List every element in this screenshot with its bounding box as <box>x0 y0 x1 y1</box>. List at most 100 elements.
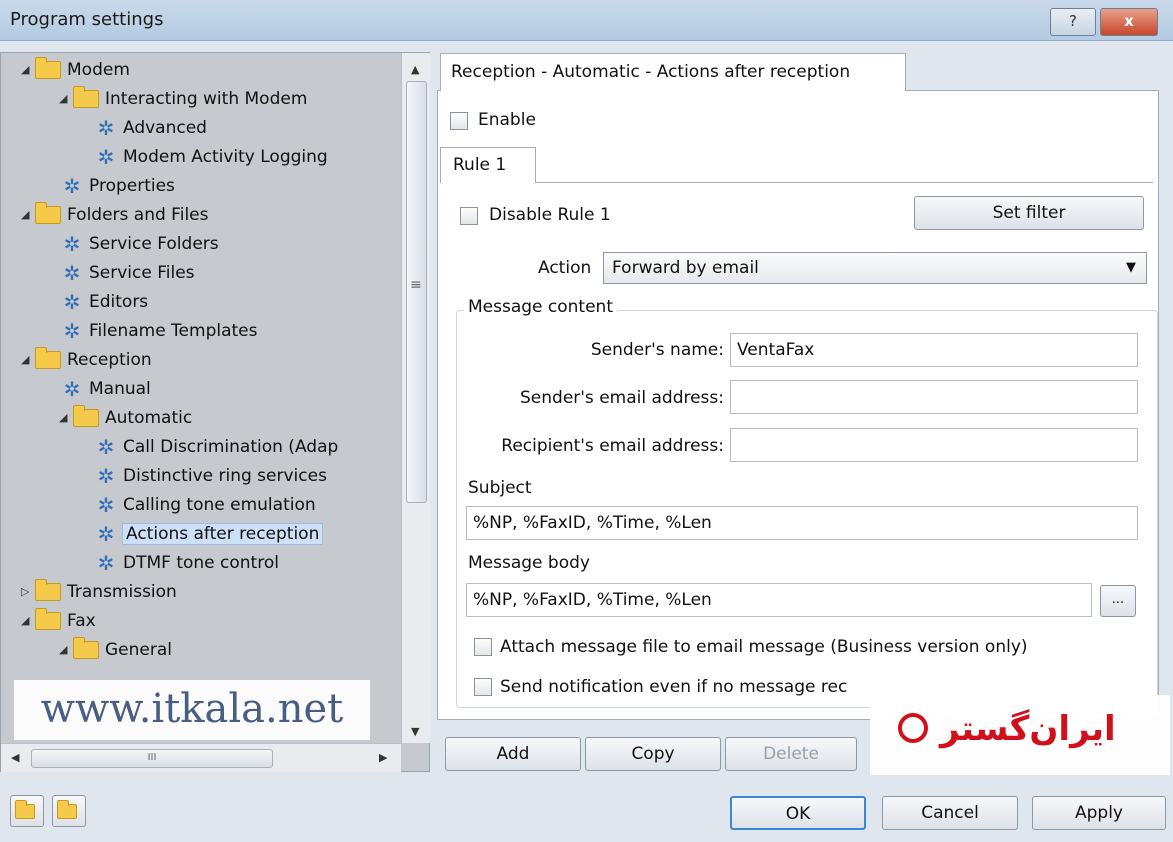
title-bar: Program settings ? x <box>0 0 1173 41</box>
delete-button[interactable]: Delete <box>725 737 857 771</box>
set-filter-button[interactable]: Set filter <box>914 196 1144 230</box>
expand-arrow-icon[interactable]: ▷ <box>21 579 35 605</box>
browse-button[interactable]: ... <box>1100 585 1136 617</box>
scroll-left-icon[interactable]: ◀ <box>11 751 19 764</box>
tree-item[interactable]: ◢ Interacting with Modem <box>59 86 307 112</box>
expand-folders-button[interactable] <box>10 795 44 827</box>
folder-icon <box>35 347 61 369</box>
collapse-arrow-icon[interactable]: ◢ <box>59 405 73 431</box>
tree-item-label: Modem Activity Logging <box>123 147 328 167</box>
tree-item[interactable]: ◢ Modem <box>21 57 130 83</box>
cancel-button[interactable]: Cancel <box>882 796 1018 830</box>
folder-icon <box>73 405 99 427</box>
attach-file-checkbox[interactable] <box>474 638 492 656</box>
collapse-arrow-icon[interactable]: ◢ <box>21 608 35 634</box>
enable-label: Enable <box>478 110 536 130</box>
sender-email-field[interactable] <box>730 380 1138 414</box>
copy-button[interactable]: Copy <box>585 737 721 771</box>
subject-label: Subject <box>468 478 532 498</box>
collapse-arrow-icon[interactable]: ◢ <box>59 86 73 112</box>
gear-icon: ✲ <box>97 464 115 488</box>
tree-item[interactable]: ✲ DTMF tone control <box>93 550 279 576</box>
tree-item-label: Service Files <box>89 263 195 283</box>
enable-checkbox[interactable] <box>450 112 468 130</box>
gear-icon: ✲ <box>97 435 115 459</box>
gear-icon: ✲ <box>63 261 81 285</box>
tree-item[interactable]: ✲ Properties <box>59 173 175 199</box>
add-button[interactable]: Add <box>445 737 581 771</box>
tree-item[interactable]: ✲ Actions after reception <box>93 521 324 547</box>
message-body-label: Message body <box>468 553 590 573</box>
close-button[interactable]: x <box>1100 8 1158 36</box>
chevron-down-icon: ▼ <box>1126 260 1136 275</box>
tree-horizontal-scrollbar[interactable]: ◀ III ▶ <box>1 743 401 772</box>
folder-icon <box>15 800 35 819</box>
send-notification-label: Send notification even if no message rec <box>500 677 848 697</box>
tree-item[interactable]: ✲ Service Files <box>59 260 195 286</box>
grip-icon: ≡ <box>410 277 422 293</box>
gear-icon: ✲ <box>97 522 115 546</box>
collapse-folders-button[interactable] <box>52 795 86 827</box>
tree-item[interactable]: ◢ General <box>59 637 172 663</box>
tree-item-label: Service Folders <box>89 234 219 254</box>
folder-icon <box>35 608 61 630</box>
tree-item[interactable]: ✲ Modem Activity Logging <box>93 144 328 170</box>
tree-item-label: Folders and Files <box>67 205 209 225</box>
scroll-down-icon[interactable]: ▼ <box>411 725 419 738</box>
tab-actions-after-reception[interactable]: Reception - Automatic - Actions after re… <box>440 53 906 91</box>
tree-item[interactable]: ✲ Call Discrimination (Adap <box>93 434 339 460</box>
brand-logo: ایران‌گستر <box>870 695 1170 775</box>
tree-item[interactable]: ✲ Editors <box>59 289 149 315</box>
tree-item[interactable]: ✲ Filename Templates <box>59 318 258 344</box>
tree-item[interactable]: ✲ Distinctive ring services <box>93 463 327 489</box>
collapse-arrow-icon[interactable]: ◢ <box>21 202 35 228</box>
action-label: Action <box>538 258 592 278</box>
tree-vertical-scrollbar[interactable]: ▲ ≡ ▼ <box>401 53 430 743</box>
tree-item-label: Manual <box>89 379 151 399</box>
tree-hscroll-thumb[interactable]: III <box>31 749 273 768</box>
tree-item[interactable]: ✲ Advanced <box>93 115 207 141</box>
help-button[interactable]: ? <box>1050 8 1096 36</box>
tree-scroll-thumb[interactable]: ≡ <box>406 81 427 503</box>
settings-tree: ◢ Modem ◢ Interacting with Modem ✲ Advanced ✲ M… <box>1 53 401 743</box>
sender-name-field[interactable]: VentaFax <box>730 333 1138 367</box>
ok-button[interactable]: OK <box>730 796 866 830</box>
tree-item-label: General <box>105 640 172 660</box>
tree-item-label: Fax <box>67 611 96 631</box>
scroll-up-icon[interactable]: ▲ <box>411 63 419 76</box>
message-body-field[interactable]: %NP, %FaxID, %Time, %Len <box>466 583 1092 617</box>
watermark-text: www.itkala.net <box>14 680 370 740</box>
tree-item[interactable]: ◢ Fax <box>21 608 96 634</box>
subject-field[interactable]: %NP, %FaxID, %Time, %Len <box>466 506 1138 540</box>
folder-icon <box>35 202 61 224</box>
tree-item-label: Editors <box>89 292 149 312</box>
recipient-email-field[interactable] <box>730 428 1138 462</box>
tree-item-label: Actions after reception <box>121 523 324 545</box>
tree-item[interactable]: ◢ Reception <box>21 347 152 373</box>
action-select[interactable]: Forward by email ▼ <box>603 252 1147 284</box>
send-notification-checkbox[interactable] <box>474 678 492 696</box>
gear-icon: ✲ <box>63 290 81 314</box>
collapse-arrow-icon[interactable]: ◢ <box>21 57 35 83</box>
logo-text: ایران‌گستر <box>940 709 1116 749</box>
collapse-arrow-icon[interactable]: ◢ <box>21 347 35 373</box>
scroll-right-icon[interactable]: ▶ <box>379 751 387 764</box>
tab-rule-1[interactable]: Rule 1 <box>440 147 536 183</box>
disable-rule-checkbox[interactable] <box>460 207 478 225</box>
sender-name-label: Sender's name: <box>590 340 724 360</box>
tree-item[interactable]: ✲ Calling tone emulation <box>93 492 316 518</box>
folder-icon <box>35 57 61 79</box>
tree-item[interactable]: ◢ Folders and Files <box>21 202 209 228</box>
collapse-arrow-icon[interactable]: ◢ <box>59 637 73 663</box>
tree-item-label: Distinctive ring services <box>123 466 327 486</box>
gear-icon: ✲ <box>97 145 115 169</box>
tree-item-label: Properties <box>89 176 175 196</box>
tree-item[interactable]: ✲ Service Folders <box>59 231 219 257</box>
tree-item[interactable]: ▷ Transmission <box>21 579 177 605</box>
tree-item-label: Interacting with Modem <box>105 89 308 109</box>
apply-button[interactable]: Apply <box>1032 796 1166 830</box>
tree-item[interactable]: ✲ Manual <box>59 376 151 402</box>
tree-item[interactable]: ◢ Automatic <box>59 405 192 431</box>
gear-icon: ✲ <box>63 319 81 343</box>
gear-icon: ✲ <box>63 377 81 401</box>
